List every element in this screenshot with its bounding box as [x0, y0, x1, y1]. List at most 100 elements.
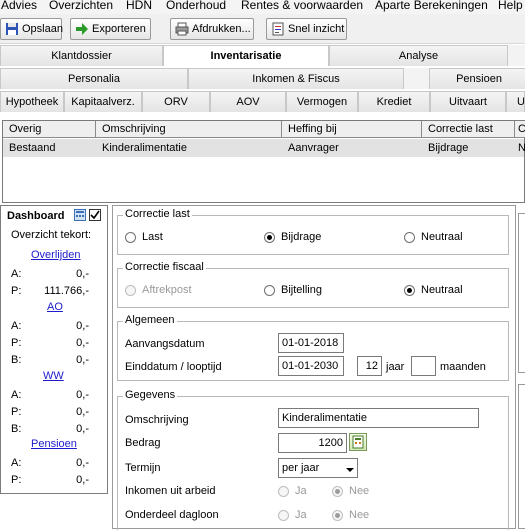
radio-bijtelling-label: Bijtelling	[281, 284, 322, 296]
bedrag-input[interactable]	[278, 433, 347, 453]
menu-rentes[interactable]: Rentes & voorwaarden	[241, 0, 363, 12]
dashboard-subtitle: Overzicht tekort:	[11, 229, 92, 241]
grid-header-heffing-bij[interactable]: Heffing bij	[282, 121, 422, 138]
radio-last-label: Last	[142, 231, 163, 243]
third-tab-row: Hypotheek Kapitaalverz. ORV AOV Vermogen…	[0, 91, 525, 112]
correctie-last-group: Correctie last Last Bijdrage Neutraal	[117, 208, 509, 255]
omschrijving-label: Omschrijving	[125, 414, 189, 426]
export-arrow-icon	[75, 22, 89, 36]
chevron-down-icon	[345, 463, 355, 473]
termijn-select[interactable]: per jaar	[278, 458, 358, 478]
right-side-panel-bottom	[518, 384, 525, 529]
onderdeel-dagloon-label: Onderdeel dagloon	[125, 509, 219, 521]
algemeen-title: Algemeen	[123, 314, 177, 326]
aanvangsdatum-input[interactable]	[278, 333, 344, 353]
termijn-label: Termijn	[125, 462, 161, 474]
calculator-button[interactable]	[349, 433, 367, 451]
termijn-value: per jaar	[282, 462, 320, 474]
tab-analyse[interactable]: Analyse	[329, 45, 508, 66]
calculator-icon[interactable]	[74, 209, 86, 221]
einddatum-input[interactable]	[278, 356, 344, 376]
link-ww[interactable]: WW	[43, 370, 64, 382]
menu-onderhoud[interactable]: Onderhoud	[166, 0, 226, 12]
radio-aftrekpost[interactable]	[125, 285, 136, 296]
form-panel: Correctie last Last Bijdrage Neutraal Co…	[112, 205, 516, 530]
menu-overzichten[interactable]: Overzichten	[49, 0, 113, 12]
tab-klantdossier[interactable]: Klantdossier	[0, 45, 163, 66]
radio-inkomen-nee-label: Nee	[349, 485, 370, 497]
omschrijving-input[interactable]	[278, 408, 479, 428]
radio-neutraal-last-label: Neutraal	[421, 231, 463, 243]
dashboard-title: Dashboard	[7, 210, 65, 222]
radio-dagloon-nee-label: Nee	[349, 509, 370, 521]
link-overlijden[interactable]: Overlijden	[31, 249, 81, 261]
export-button[interactable]: Exporteren	[70, 18, 151, 40]
radio-inkomen-nee[interactable]	[332, 486, 343, 497]
radio-neutraal-fiscaal[interactable]	[404, 285, 415, 296]
aanvangsdatum-label: Aanvangsdatum	[125, 338, 205, 350]
grid-header-overig[interactable]: Overig	[3, 121, 96, 138]
tab-krediet[interactable]: Krediet	[358, 91, 430, 112]
menu-aparte-berekeningen[interactable]: Aparte Berekeningen	[375, 0, 488, 12]
tab-hypotheek[interactable]: Hypotheek	[0, 91, 64, 112]
tab-orv[interactable]: ORV	[142, 91, 210, 112]
jaar-label: jaar	[386, 361, 405, 373]
looptijd-jaar-input[interactable]	[357, 356, 382, 376]
grid-header-correctie-last[interactable]: Correctie last	[422, 121, 515, 138]
looptijd-maanden-input[interactable]	[411, 356, 436, 376]
tab-inkomen-fiscus[interactable]: Inkomen & Fiscus	[188, 68, 404, 89]
sub-tab-row: Personalia Inkomen & Fiscus Pensioen	[0, 68, 525, 89]
grid-cell-heffing-bij: Aanvrager	[288, 142, 339, 154]
maanden-label: maanden	[440, 361, 486, 373]
grid-header-c[interactable]: C	[515, 121, 525, 138]
menu-advies[interactable]: Advies	[1, 0, 37, 12]
radio-bijdrage[interactable]	[264, 232, 275, 243]
correctie-fiscaal-group: Correctie fiscaal Aftrekpost Bijtelling …	[117, 261, 509, 308]
menu-hdn[interactable]: HDN	[126, 0, 152, 12]
print-button[interactable]: Afdrukken...	[170, 18, 254, 40]
toolbar: Opslaan Exporteren Afdrukken... Snel inz…	[0, 14, 525, 44]
right-side-panel-top	[518, 213, 525, 373]
dashboard-checkbox[interactable]	[89, 209, 101, 221]
radio-bijtelling[interactable]	[264, 285, 275, 296]
tab-personalia[interactable]: Personalia	[0, 68, 188, 89]
radio-last[interactable]	[125, 232, 136, 243]
link-ao[interactable]: AO	[47, 301, 63, 313]
radio-bijdrage-label: Bijdrage	[281, 231, 322, 243]
radio-neutraal-fiscaal-label: Neutraal	[421, 284, 463, 296]
grid-cell-overig: Bestaand	[9, 142, 56, 154]
radio-dagloon-ja-label: Ja	[295, 509, 307, 521]
einddatum-label: Einddatum / looptijd	[125, 361, 222, 373]
tab-uitvaart[interactable]: Uitvaart	[430, 91, 506, 112]
quick-insight-button[interactable]: Snel inzicht	[266, 18, 347, 40]
document-icon	[271, 22, 285, 36]
gegevens-title: Gegevens	[123, 389, 178, 401]
dashboard-panel: Dashboard Overzicht tekort: Overlijden A…	[0, 205, 108, 494]
link-pensioen[interactable]: Pensioen	[31, 438, 77, 450]
tab-inventarisatie[interactable]: Inventarisatie	[163, 45, 329, 66]
radio-inkomen-ja[interactable]	[278, 486, 289, 497]
main-tab-row: Klantdossier Inventarisatie Analyse	[0, 45, 525, 66]
tab-u[interactable]: U	[506, 91, 525, 112]
tab-aov[interactable]: AOV	[210, 91, 286, 112]
printer-icon	[175, 22, 189, 36]
radio-aftrekpost-label: Aftrekpost	[142, 284, 192, 296]
bedrag-label: Bedrag	[125, 437, 161, 449]
correctie-fiscaal-title: Correctie fiscaal	[123, 261, 206, 273]
grid-cell-c: N	[518, 142, 525, 154]
radio-dagloon-nee[interactable]	[332, 510, 343, 521]
tab-kapitaalverz[interactable]: Kapitaalverz.	[64, 91, 142, 112]
radio-neutraal-last[interactable]	[404, 232, 415, 243]
correctie-last-title: Correctie last	[123, 208, 192, 220]
gegevens-group: Gegevens Omschrijving Bedrag Termijn per…	[117, 389, 509, 530]
save-button[interactable]: Opslaan	[0, 18, 63, 40]
menu-bar: Advies Overzichten HDN Onderhoud Rentes …	[0, 0, 525, 14]
grid-header-omschrijving[interactable]: Omschrijving	[96, 121, 282, 138]
tab-pensioen[interactable]: Pensioen	[429, 68, 525, 89]
tab-vermogen[interactable]: Vermogen	[286, 91, 358, 112]
grid-cell-omschrijving: Kinderalimentatie	[102, 142, 187, 154]
menu-help[interactable]: Help	[498, 0, 523, 12]
inkomen-uit-arbeid-label: Inkomen uit arbeid	[125, 485, 216, 497]
radio-dagloon-ja[interactable]	[278, 510, 289, 521]
grid-cell-correctie-last: Bijdrage	[428, 142, 469, 154]
